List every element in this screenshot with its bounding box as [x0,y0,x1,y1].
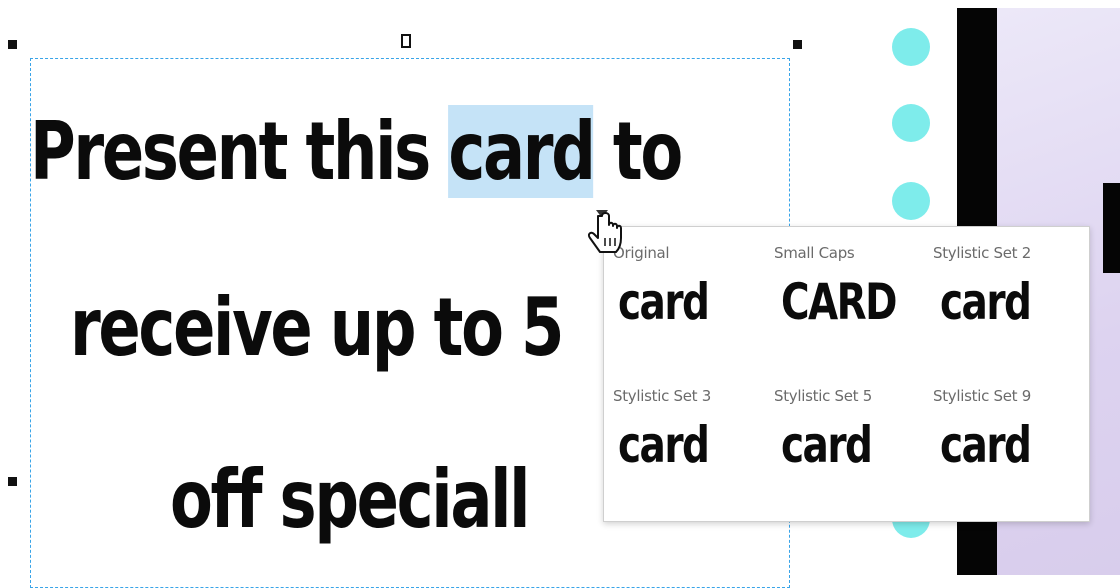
text-run: off speciall [170,453,531,546]
hand-pointer-icon [587,212,622,253]
alternate-option-stylistic-set-2[interactable]: Stylistic Set 2 card [926,227,1086,367]
alternate-label: Stylistic Set 3 [613,387,711,405]
text-run: Present this [30,105,431,198]
alternate-preview: card [940,273,1032,331]
alternate-option-stylistic-set-5[interactable]: Stylistic Set 5 card [767,370,927,510]
design-canvas[interactable]: Present this card to receive up to 5 off… [0,0,1120,588]
alternate-label: Stylistic Set 9 [933,387,1031,405]
resize-handle-middle-left[interactable] [8,477,17,486]
glyph-alternates-popup: Original card Small Caps CARD Stylistic … [603,226,1090,522]
text-run: to [612,105,683,198]
decorative-dot [892,28,930,66]
selected-word[interactable]: card [448,105,596,198]
alternate-option-small-caps[interactable]: Small Caps CARD [767,227,927,367]
alternate-option-stylistic-set-9[interactable]: Stylistic Set 9 card [926,370,1086,510]
text-line-2[interactable]: receive up to 5 [70,288,663,368]
text-run: receive up to 5 [70,281,564,374]
alternate-preview: card [781,416,873,474]
resize-handle-top-right[interactable] [793,40,802,49]
text-line-1[interactable]: Present this card to [30,105,683,198]
alternate-label: Stylistic Set 5 [774,387,872,405]
alternate-option-original[interactable]: Original card [606,227,766,367]
decorative-dot [892,182,930,220]
alternate-preview: CARD [781,273,898,331]
alternate-label: Small Caps [774,244,855,262]
rotate-handle[interactable] [401,34,411,48]
alternate-option-stylistic-set-3[interactable]: Stylistic Set 3 card [606,370,766,510]
decorative-dot [892,104,930,142]
black-tab [1103,183,1120,273]
alternate-preview: card [618,416,710,474]
alternate-preview: card [618,273,710,331]
alternate-label: Stylistic Set 2 [933,244,1031,262]
resize-handle-top-left[interactable] [8,40,17,49]
alternate-preview: card [940,416,1032,474]
